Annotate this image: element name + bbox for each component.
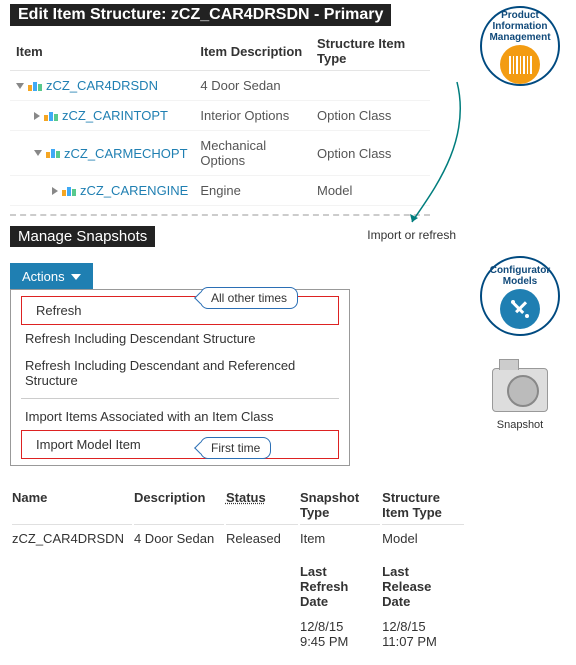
callout-first-time: First time [200, 437, 271, 459]
tree-node-desc: 4 Door Sedan [194, 71, 311, 101]
tree-node-icon [46, 148, 60, 158]
tree-node-type: Model [311, 176, 430, 206]
chevron-down-icon [71, 274, 81, 280]
tree-node-label[interactable]: zCZ_CARMECHOPT [64, 146, 188, 161]
dh-last-release: Last Release Date [382, 552, 464, 613]
menu-import-model-item[interactable]: Import Model Item [21, 430, 339, 459]
dh-name: Name [12, 486, 132, 525]
col-desc: Item Description [194, 32, 311, 71]
item-structure-table: Item Item Description Structure Item Typ… [10, 32, 430, 206]
barcode-icon [500, 45, 540, 84]
pim-text-1: Product [501, 10, 539, 21]
tree-node-icon [28, 81, 42, 91]
dv-struct-type: Model [382, 527, 464, 550]
menu-refresh-descendant-ref[interactable]: Refresh Including Descendant and Referen… [11, 352, 349, 394]
tree-node-desc: Mechanical Options [194, 131, 311, 176]
section-divider [10, 214, 430, 216]
tree-row[interactable]: zCZ_CARMECHOPT Mechanical OptionsOption C… [10, 131, 430, 176]
tree-node-label[interactable]: zCZ_CARENGINE [80, 183, 188, 198]
tree-row[interactable]: zCZ_CARINTOPT Interior OptionsOption Clas… [10, 101, 430, 131]
tree-node-icon [44, 111, 58, 121]
tree-node-type: Option Class [311, 131, 430, 176]
dv-last-refresh: 12/8/15 9:45 PM [300, 615, 380, 653]
tree-row[interactable]: zCZ_CARENGINE EngineModel [10, 176, 430, 206]
expander-icon[interactable] [34, 150, 42, 156]
dh-desc: Description [134, 486, 224, 525]
actions-dropdown: Refresh Refresh Including Descendant Str… [10, 289, 350, 466]
expander-icon[interactable] [16, 83, 24, 89]
edit-item-structure-title: Edit Item Structure: zCZ_CAR4DRSDN - Pri… [10, 4, 391, 26]
menu-refresh-descendant[interactable]: Refresh Including Descendant Structure [11, 325, 349, 352]
pim-text-3: Management [489, 32, 550, 43]
menu-import-item-class[interactable]: Import Items Associated with an Item Cla… [11, 403, 349, 430]
dh-snap-type: Snapshot Type [300, 486, 380, 525]
dh-struct-type: Structure Item Type [382, 486, 464, 525]
dv-name: zCZ_CAR4DRSDN [12, 527, 132, 550]
manage-snapshots-title: Manage Snapshots [10, 226, 155, 247]
tree-node-desc: Interior Options [194, 101, 311, 131]
menu-separator [21, 398, 339, 399]
tree-node-label[interactable]: zCZ_CAR4DRSDN [46, 78, 158, 93]
pim-badge: Product Information Management [474, 6, 566, 86]
col-item: Item [10, 32, 194, 71]
tree-node-icon [62, 186, 76, 196]
dv-desc: 4 Door Sedan [134, 527, 224, 550]
pim-circle: Product Information Management [480, 6, 560, 86]
tree-node-label[interactable]: zCZ_CARINTOPT [62, 108, 168, 123]
tree-node-type [311, 71, 430, 101]
dv-status: Released [226, 527, 298, 550]
col-type: Structure Item Type [311, 32, 430, 71]
callout-all-other-times: All other times [200, 287, 298, 309]
barcode-svg [508, 56, 532, 74]
dv-last-release: 12/8/15 11:07 PM [382, 615, 464, 653]
tree-row[interactable]: zCZ_CAR4DRSDN 4 Door Sedan [10, 71, 430, 101]
dh-status: Status [226, 486, 298, 525]
expander-icon[interactable] [52, 187, 58, 195]
actions-button[interactable]: Actions [10, 263, 93, 290]
tree-node-type: Option Class [311, 101, 430, 131]
tree-node-desc: Engine [194, 176, 311, 206]
dv-snap-type: Item [300, 527, 380, 550]
actions-button-label: Actions [22, 269, 65, 284]
expander-icon[interactable] [34, 112, 40, 120]
dh-last-refresh: Last Refresh Date [300, 552, 380, 613]
snapshot-details-table: Name Description Status Snapshot Type St… [10, 484, 466, 655]
pim-text-2: Information [493, 21, 548, 32]
